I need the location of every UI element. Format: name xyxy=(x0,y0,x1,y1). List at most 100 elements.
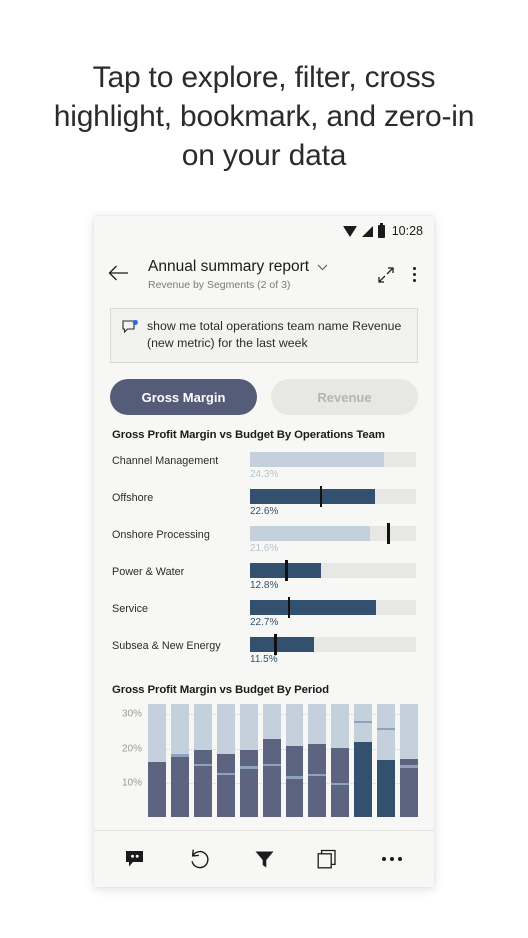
bar-value-label: 24.3% xyxy=(250,469,279,480)
undo-arrow-icon xyxy=(191,849,209,868)
column-item[interactable] xyxy=(170,704,189,817)
column-item[interactable] xyxy=(377,704,396,817)
pill-revenue[interactable]: Revenue xyxy=(271,379,418,415)
bar-row[interactable]: Subsea & New Energy 11.5% xyxy=(112,633,418,670)
column-chart-plot xyxy=(148,704,419,817)
column-fill xyxy=(216,754,235,817)
bar-row[interactable]: Channel Management 24.3% xyxy=(112,448,418,485)
chevron-down-icon[interactable] xyxy=(317,264,328,271)
bar-chart-title: Gross Profit Margin vs Budget By Operati… xyxy=(112,429,385,441)
column-chart-y-axis: 10% 20% 30% xyxy=(112,704,142,817)
bar-row[interactable]: Power & Water 12.8% xyxy=(112,559,418,596)
bar-fill xyxy=(250,489,376,504)
bar-track xyxy=(250,452,416,467)
column-target-marker xyxy=(377,727,396,731)
bar-fill xyxy=(250,526,370,541)
column-target-marker xyxy=(193,763,212,767)
column-fill xyxy=(148,762,166,817)
report-header: Annual summary report Revenue by Segment… xyxy=(94,246,434,304)
expand-diagonal-icon[interactable] xyxy=(377,266,395,284)
column-item[interactable] xyxy=(354,704,373,817)
report-title-block[interactable]: Annual summary report Revenue by Segment… xyxy=(136,258,377,291)
column-item[interactable] xyxy=(239,704,258,817)
toolbar-more-button[interactable] xyxy=(372,839,412,879)
qa-query-box[interactable]: show me total operations team name Reven… xyxy=(110,308,418,363)
bar-track xyxy=(250,597,416,618)
wifi-icon xyxy=(342,225,357,237)
bar-target-marker xyxy=(274,634,277,655)
report-subtitle: Revenue by Segments (2 of 3) xyxy=(148,279,291,291)
column-target-marker xyxy=(239,766,258,769)
column-item[interactable] xyxy=(400,704,419,817)
chat-bubble-icon xyxy=(122,319,139,335)
bar-track xyxy=(250,486,416,507)
bar-fill xyxy=(250,600,376,615)
column-fill xyxy=(354,742,373,817)
qa-query-text: show me total operations team name Reven… xyxy=(147,318,406,352)
qa-line-1: show me total operations team name xyxy=(147,319,349,333)
bar-fill xyxy=(250,452,385,467)
bar-value-label: 21.6% xyxy=(250,543,279,554)
column-target-marker xyxy=(285,776,304,779)
bar-track xyxy=(250,634,416,655)
column-item[interactable] xyxy=(308,704,327,817)
column-target-marker xyxy=(216,772,235,776)
bar-fill xyxy=(250,637,314,652)
back-arrow-icon[interactable] xyxy=(108,264,136,292)
toolbar-qa-button[interactable] xyxy=(116,839,156,879)
phone-mockup: 10:28 Annual summary report Revenue by S… xyxy=(94,216,434,887)
more-dots-icon xyxy=(382,857,402,861)
column-item[interactable] xyxy=(331,704,350,817)
column-item[interactable] xyxy=(193,704,212,817)
promo-page: Tap to explore, filter, cross highlight,… xyxy=(0,0,528,938)
status-time: 10:28 xyxy=(391,224,423,238)
pill-gross-margin[interactable]: Gross Margin xyxy=(110,379,257,415)
column-item[interactable] xyxy=(285,704,304,817)
bar-row[interactable]: Onshore Processing 21.6% xyxy=(112,522,418,559)
column-target-marker xyxy=(262,763,281,767)
bar-target-marker xyxy=(287,597,291,618)
column-fill xyxy=(308,743,327,817)
bottom-toolbar xyxy=(94,830,434,887)
y-axis-tick-label: 10% xyxy=(121,777,142,789)
y-axis-tick-label: 30% xyxy=(121,708,142,720)
column-fill xyxy=(170,756,189,817)
column-item[interactable] xyxy=(216,704,235,817)
pages-copy-icon xyxy=(317,849,336,868)
toolbar-reset-button[interactable] xyxy=(180,839,220,879)
bar-category-label: Channel Management xyxy=(112,455,219,467)
bar-category-label: Subsea & New Energy xyxy=(112,640,221,652)
bar-category-label: Power & Water xyxy=(112,566,185,578)
bar-target-marker xyxy=(319,486,323,507)
filter-funnel-icon xyxy=(255,851,273,867)
column-fill xyxy=(193,749,212,817)
bar-target-marker xyxy=(387,523,390,544)
bar-category-label: Onshore Processing xyxy=(112,529,210,541)
toolbar-pages-button[interactable] xyxy=(308,839,348,879)
page-title: Annual summary report xyxy=(148,258,310,275)
toolbar-filter-button[interactable] xyxy=(244,839,284,879)
bar-track xyxy=(250,523,416,544)
column-item[interactable] xyxy=(262,704,281,817)
column-fill xyxy=(377,759,396,817)
column-fill xyxy=(262,738,281,817)
metric-toggle-group: Gross Margin Revenue xyxy=(94,363,434,415)
header-actions xyxy=(377,264,420,285)
kebab-menu-icon[interactable] xyxy=(409,264,420,285)
y-axis-tick-label: 20% xyxy=(121,743,142,754)
battery-icon xyxy=(377,222,385,238)
signal-icon xyxy=(361,225,373,237)
column-target-marker xyxy=(308,773,327,777)
bar-row[interactable]: Offshore 22.6% xyxy=(112,485,418,522)
column-chart-title: Gross Profit Margin vs Budget By Period xyxy=(112,684,329,696)
bar-row[interactable]: Service 22.7% xyxy=(112,596,418,633)
page-headline: Tap to explore, filter, cross highlight,… xyxy=(53,61,475,172)
bar-value-label: 22.7% xyxy=(250,617,279,628)
bar-target-marker xyxy=(285,560,288,581)
column-target-marker xyxy=(331,782,350,786)
column-item[interactable] xyxy=(148,704,166,817)
operations-team-bar-chart: Channel Management 24.3% Offshore 22.6% Onsh… xyxy=(94,441,434,670)
column-fill xyxy=(285,745,304,817)
chat-bubble-filled-icon xyxy=(126,850,143,866)
period-column-chart: 10% 20% 30% xyxy=(112,704,419,817)
